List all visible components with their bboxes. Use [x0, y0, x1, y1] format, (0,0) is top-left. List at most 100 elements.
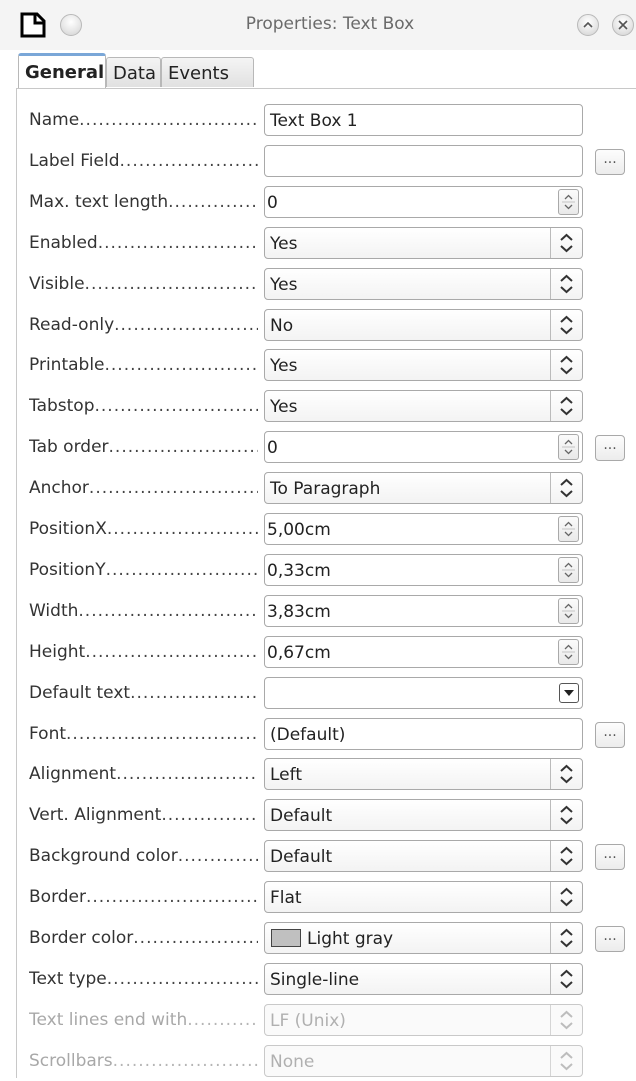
updown-chevron-icon[interactable] [550, 923, 582, 953]
field-value: 3,83cm [267, 602, 331, 622]
property-label-text: Name [29, 110, 80, 130]
property-label-label-field: Label Field [29, 151, 258, 173]
property-label-name: Name [29, 110, 258, 132]
tab-events[interactable]: Events [161, 57, 254, 87]
label-field-browse-button[interactable]: ... [595, 149, 625, 175]
updown-chevron-icon[interactable] [550, 841, 582, 871]
positionx-spin-field[interactable]: 5,00cm [264, 513, 583, 545]
property-row-read-only: Read-only No [0, 307, 636, 341]
close-icon[interactable] [612, 14, 634, 36]
property-label-text: Height [29, 642, 86, 662]
updown-chevron-icon[interactable] [550, 228, 582, 258]
positiony-spin-field[interactable]: 0,33cm [264, 554, 583, 586]
field-value: Yes [270, 275, 298, 295]
background-color-browse-button[interactable]: ... [595, 844, 625, 870]
default-text-dropdown[interactable] [264, 677, 583, 709]
property-label-text: Tab order [29, 437, 109, 457]
enabled-select[interactable]: Yes [264, 227, 583, 259]
property-row-anchor: Anchor To Paragraph [0, 470, 636, 504]
property-label-positiony: PositionY [29, 560, 258, 582]
property-label-text: Background color [29, 846, 178, 866]
spin-arrows-icon[interactable] [558, 557, 579, 583]
updown-chevron-icon[interactable] [550, 882, 582, 912]
updown-chevron-icon[interactable] [550, 473, 582, 503]
property-label-visible: Visible [29, 274, 258, 296]
spin-arrows-icon[interactable] [558, 189, 579, 215]
minimize-chevron-icon[interactable] [577, 14, 599, 36]
property-label-text: Max. text length [29, 192, 169, 212]
border-color-select[interactable]: Light gray [264, 922, 583, 954]
property-row-max-text-length: Max. text length 0 [0, 184, 636, 218]
label-field-input[interactable] [264, 145, 583, 177]
updown-chevron-icon[interactable] [550, 269, 582, 299]
width-spin-field[interactable]: 3,83cm [264, 595, 583, 627]
spin-arrows-icon[interactable] [558, 434, 579, 460]
tabstop-select[interactable]: Yes [264, 390, 583, 422]
property-label-text-type: Text type [29, 969, 258, 991]
property-row-text-type: Text type Single-line [0, 961, 636, 995]
field-value: Text Box 1 [270, 111, 358, 131]
field-value: 5,00cm [267, 520, 331, 540]
property-label-vert-alignment: Vert. Alignment [29, 805, 258, 827]
property-label-border: Border [29, 887, 258, 909]
vert-alignment-select[interactable]: Default [264, 799, 583, 831]
property-label-border-color: Border color [29, 928, 258, 950]
property-label-printable: Printable [29, 355, 258, 377]
field-value: Single-line [270, 970, 360, 990]
title-bar[interactable]: Properties: Text Box [0, 0, 636, 50]
field-value: Left [270, 765, 302, 785]
spin-arrows-icon[interactable] [558, 598, 579, 624]
updown-chevron-icon[interactable] [550, 800, 582, 830]
property-label-text: PositionX [29, 519, 107, 539]
property-row-width: Width 3,83cm [0, 593, 636, 627]
property-label-max-text-length: Max. text length [29, 192, 258, 214]
property-row-font: Font (Default)... [0, 716, 636, 750]
property-label-text: Anchor [29, 478, 89, 498]
property-label-text: Border color [29, 928, 134, 948]
property-label-tab-order: Tab order [29, 437, 258, 459]
border-select[interactable]: Flat [264, 881, 583, 913]
property-label-positionx: PositionX [29, 519, 258, 541]
updown-chevron-icon[interactable] [550, 759, 582, 789]
updown-chevron-icon[interactable] [550, 350, 582, 380]
name-input[interactable]: Text Box 1 [264, 104, 583, 136]
property-label-height: Height [29, 642, 258, 664]
property-label-tabstop: Tabstop [29, 396, 258, 418]
property-label-text: Label Field [29, 151, 120, 171]
tab-general[interactable]: General [18, 53, 106, 88]
property-row-background-color: Background color Default... [0, 838, 636, 872]
property-label-text: Visible [29, 274, 85, 294]
property-label-text-lines-end-with: Text lines end with [29, 1010, 258, 1032]
spin-arrows-icon[interactable] [558, 516, 579, 542]
tab-order-browse-button[interactable]: ... [595, 435, 625, 461]
height-spin-field[interactable]: 0,67cm [264, 636, 583, 668]
tab-order-spin-field[interactable]: 0 [264, 431, 583, 463]
background-color-select[interactable]: Default [264, 840, 583, 872]
text-type-select[interactable]: Single-line [264, 963, 583, 995]
property-row-border: Border Flat [0, 879, 636, 913]
property-label-text: Vert. Alignment [29, 805, 162, 825]
updown-chevron-icon[interactable] [550, 391, 582, 421]
font-browse-button[interactable]: ... [595, 722, 625, 748]
updown-chevron-icon[interactable] [550, 964, 582, 994]
alignment-select[interactable]: Left [264, 758, 583, 790]
property-row-tabstop: Tabstop Yes [0, 388, 636, 422]
visible-select[interactable]: Yes [264, 268, 583, 300]
scrollbars-select: None [264, 1045, 583, 1077]
font-input[interactable]: (Default) [264, 718, 583, 750]
printable-select[interactable]: Yes [264, 349, 583, 381]
updown-chevron-icon[interactable] [550, 310, 582, 340]
read-only-select[interactable]: No [264, 309, 583, 341]
border-color-browse-button[interactable]: ... [595, 926, 625, 952]
dropdown-arrow-icon[interactable] [559, 683, 579, 703]
property-row-label-field: Label Field... [0, 143, 636, 177]
property-label-read-only: Read-only [29, 315, 258, 337]
property-label-background-color: Background color [29, 846, 258, 868]
max-text-length-spin-field[interactable]: 0 [264, 186, 583, 218]
spin-arrows-icon[interactable] [558, 639, 579, 665]
property-label-text: Read-only [29, 315, 115, 335]
tab-data[interactable]: Data [106, 57, 161, 87]
anchor-select[interactable]: To Paragraph [264, 472, 583, 504]
property-label-text: Printable [29, 355, 105, 375]
property-label-text: PositionY [29, 560, 106, 580]
